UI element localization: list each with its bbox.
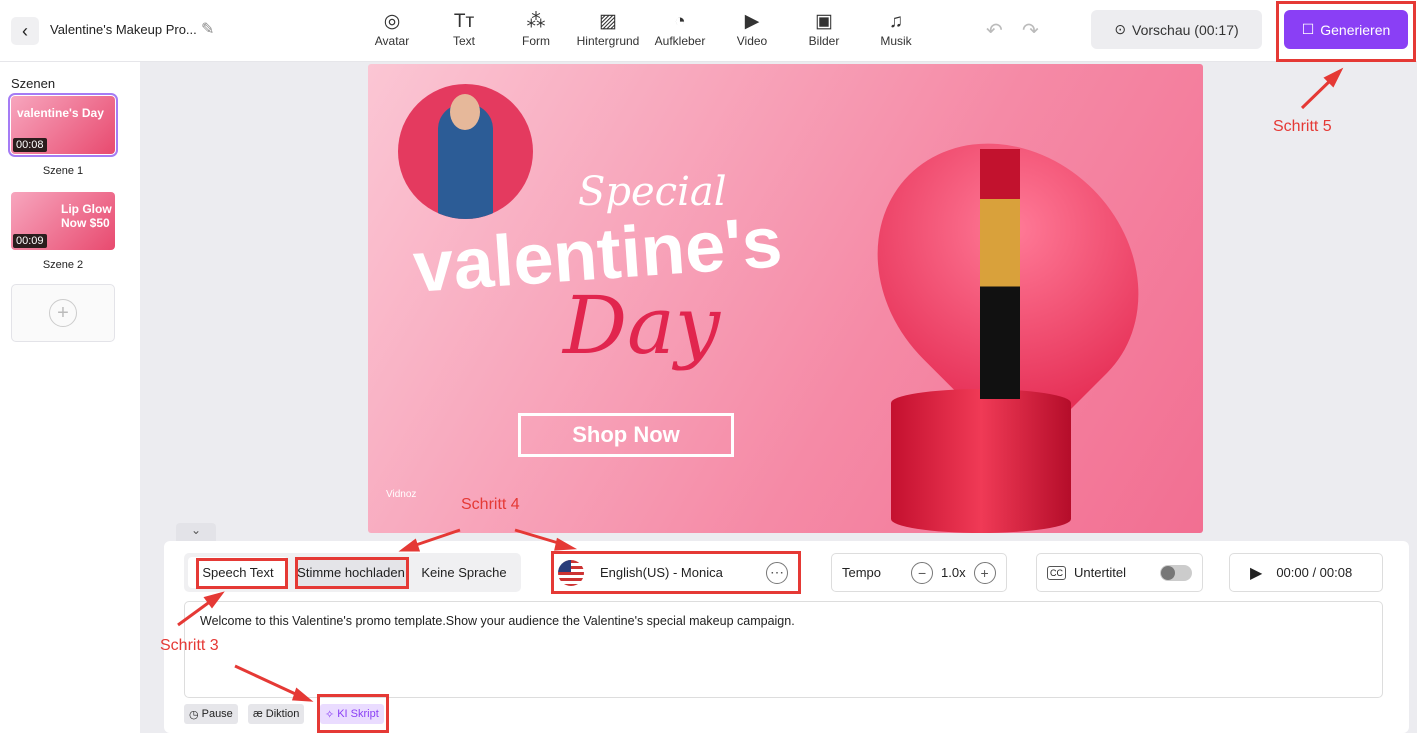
annotation-arrows [177,67,1344,702]
